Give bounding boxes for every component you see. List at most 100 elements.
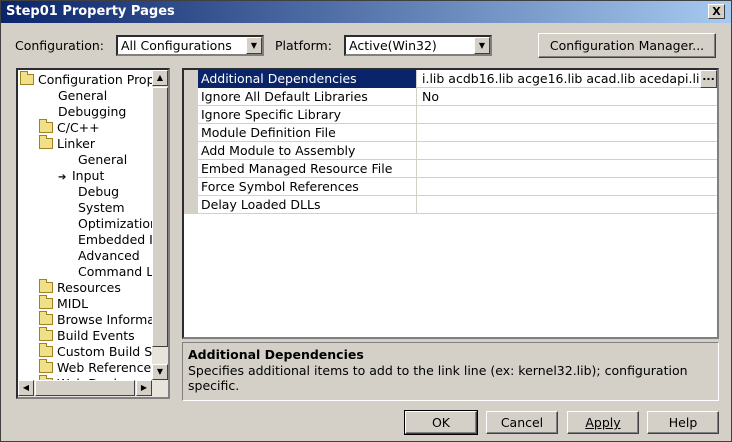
tree-item[interactable]: Custom Build S: [39, 343, 152, 360]
tree-item[interactable]: ➔ Input: [58, 168, 104, 184]
help-button[interactable]: Help: [647, 411, 719, 434]
arrow-icon: ➔: [58, 172, 67, 183]
tree-item[interactable]: Debugging: [58, 104, 126, 120]
tree-vertical-scrollbar[interactable]: ▲ ▼: [152, 70, 168, 380]
configuration-label: Configuration:: [15, 38, 104, 53]
tree-item[interactable]: General: [58, 88, 107, 104]
row-margin: [184, 196, 198, 214]
tree-item[interactable]: System: [78, 200, 125, 216]
property-name[interactable]: Add Module to Assembly: [198, 142, 417, 160]
tree-item[interactable]: Resources: [39, 279, 121, 296]
description-text: Specifies additional items to add to the…: [188, 363, 688, 393]
scroll-up-icon[interactable]: ▲: [152, 70, 168, 86]
configuration-select[interactable]: All Configurations ▼: [116, 35, 264, 56]
ellipsis-button[interactable]: ...: [700, 70, 717, 88]
scroll-left-icon[interactable]: ◀: [18, 380, 34, 396]
tree-item[interactable]: Debug: [78, 184, 119, 200]
scroll-thumb[interactable]: [35, 380, 135, 396]
folder-icon: [39, 359, 53, 373]
scroll-thumb[interactable]: [152, 87, 168, 347]
chevron-down-icon[interactable]: ▼: [474, 37, 490, 54]
property-row[interactable]: Add Module to Assembly: [184, 142, 717, 160]
apply-button[interactable]: Apply: [567, 411, 639, 434]
property-row[interactable]: Delay Loaded DLLs: [184, 196, 717, 214]
window-title: Step01 Property Pages: [6, 4, 175, 19]
tree-item-label: Web Reference: [57, 360, 152, 375]
tree-item-label: C/C++: [57, 120, 100, 135]
property-row[interactable]: Embed Managed Resource File: [184, 160, 717, 178]
tree-item-label: Debug: [78, 184, 120, 199]
property-value-text: No: [422, 89, 439, 104]
property-value-text: i.lib acdb16.lib acge16.lib acad.lib ace…: [422, 71, 708, 86]
folder-icon: [39, 327, 53, 341]
tree-item-label: System: [78, 200, 125, 215]
settings-tree[interactable]: Configuration Prop General Debugging C/C++ L…: [16, 68, 170, 399]
tree-item[interactable]: Command L: [78, 264, 152, 280]
property-name[interactable]: Force Symbol References: [198, 178, 417, 196]
platform-select[interactable]: Active(Win32) ▼: [344, 35, 492, 56]
property-name[interactable]: Embed Managed Resource File: [198, 160, 417, 178]
title-bar: Step01 Property Pages X: [1, 1, 731, 23]
property-name[interactable]: Ignore All Default Libraries: [198, 88, 417, 106]
ok-button[interactable]: OK: [404, 410, 478, 435]
folder-icon: [39, 119, 53, 133]
tree-item-label: Build Events: [57, 328, 135, 343]
tree-item[interactable]: Web Reference: [39, 359, 152, 376]
folder-icon: [39, 295, 53, 309]
property-row[interactable]: Ignore All Default Libraries No: [184, 88, 717, 106]
property-name[interactable]: Additional Dependencies: [198, 70, 417, 88]
tree-item-label: Advanced: [78, 248, 140, 263]
tree-item[interactable]: Browse Informa: [39, 311, 152, 328]
property-value[interactable]: No: [418, 88, 717, 106]
tree-item-label: Linker: [57, 136, 95, 151]
scroll-right-icon[interactable]: ▶: [136, 380, 152, 396]
property-row[interactable]: Module Definition File: [184, 124, 717, 142]
property-value[interactable]: [418, 124, 717, 142]
property-grid[interactable]: Additional Dependencies i.lib acdb16.lib …: [182, 68, 719, 339]
platform-value: Active(Win32): [349, 38, 437, 53]
tree-item-label: General: [78, 152, 128, 167]
property-row[interactable]: Additional Dependencies i.lib acdb16.lib …: [184, 70, 717, 88]
row-margin: [184, 142, 198, 160]
tree-item[interactable]: Embedded I: [78, 232, 152, 248]
tree-horizontal-scrollbar[interactable]: ◀ ▶: [18, 380, 168, 397]
property-value[interactable]: i.lib acdb16.lib acge16.lib acad.lib ace…: [418, 70, 717, 88]
tree-item[interactable]: General: [78, 152, 127, 168]
tree-item[interactable]: MIDL: [39, 295, 88, 312]
tree-item-label: Resources: [57, 280, 121, 295]
configuration-manager-button[interactable]: Configuration Manager...: [538, 33, 716, 58]
row-margin: [184, 160, 198, 178]
open-folder-icon: [39, 135, 53, 149]
property-name[interactable]: Delay Loaded DLLs: [198, 196, 417, 214]
tree-item[interactable]: Build Events: [39, 327, 135, 344]
tree-item[interactable]: Optimizatior: [78, 216, 152, 232]
tree-item[interactable]: Linker: [39, 135, 95, 152]
tree-item[interactable]: Advanced: [78, 248, 140, 264]
property-value[interactable]: [418, 106, 717, 124]
property-name[interactable]: Module Definition File: [198, 124, 417, 142]
folder-icon: [39, 343, 53, 357]
row-margin: [184, 178, 198, 196]
property-row[interactable]: Ignore Specific Library: [184, 106, 717, 124]
description-title: Additional Dependencies: [188, 347, 364, 362]
property-row[interactable]: Force Symbol References: [184, 178, 717, 196]
property-value[interactable]: [418, 142, 717, 160]
tree-item-label: Input: [72, 168, 105, 183]
close-button[interactable]: X: [708, 4, 725, 19]
property-value[interactable]: [418, 196, 717, 214]
tree-item[interactable]: Configuration Prop: [20, 71, 152, 88]
property-pages-dialog: Step01 Property Pages X Configuration: A…: [0, 0, 732, 442]
tree-list: Configuration Prop General Debugging C/C++ L…: [18, 70, 152, 380]
folder-icon: [39, 311, 53, 325]
property-value[interactable]: [418, 178, 717, 196]
scroll-down-icon[interactable]: ▼: [152, 364, 168, 380]
property-name[interactable]: Ignore Specific Library: [198, 106, 417, 124]
property-value[interactable]: [418, 160, 717, 178]
tree-item[interactable]: C/C++: [39, 119, 100, 136]
tree-item-label: Browse Informa: [57, 312, 152, 327]
tree-item-label: General: [58, 88, 108, 103]
chevron-down-icon[interactable]: ▼: [246, 37, 262, 54]
folder-icon: [39, 279, 53, 293]
description-panel: Additional Dependencies Specifies additi…: [182, 342, 719, 401]
cancel-button[interactable]: Cancel: [486, 411, 558, 434]
